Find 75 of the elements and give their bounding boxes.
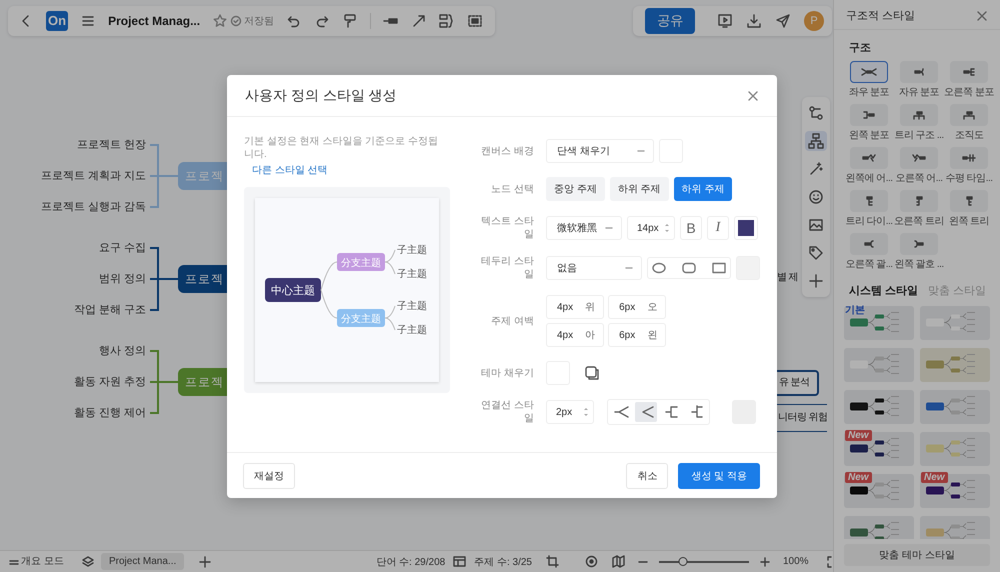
topic-count: 주제 수: 3/25 xyxy=(474,556,532,568)
topic-node: 分支主题 xyxy=(337,253,385,271)
share-button[interactable]: 공유 xyxy=(645,8,695,34)
layout-label: 오른쪽 분포 xyxy=(944,86,994,99)
padding-field[interactable]: 6px 오 xyxy=(608,295,666,319)
layout-label: 트리 다이... xyxy=(845,215,893,228)
layout-label: 오른쪽 어... xyxy=(895,172,943,185)
topic-label[interactable]: 프로젝트 실행과 감독 xyxy=(0,200,146,214)
save-status: 저장됨 xyxy=(244,15,274,28)
field-label: 연결선 스타일 xyxy=(480,399,534,425)
field-label: 테마 채우기 xyxy=(480,366,534,380)
app-logo[interactable]: On xyxy=(46,11,68,31)
padding-field[interactable]: 6px 왼 xyxy=(608,323,666,347)
layout-label: 좌우 분포 xyxy=(848,86,890,99)
layout-label: 오른쪽 괄... xyxy=(845,258,893,271)
apply-button[interactable]: 생성 및 적용 xyxy=(678,462,760,488)
layout-label: 오른쪽 트리 xyxy=(894,215,944,228)
topic-label[interactable]: 활동 자원 추정 xyxy=(0,375,146,389)
topic-label[interactable]: 범위 정의 xyxy=(0,272,146,286)
size-field[interactable]: 14px xyxy=(627,216,675,240)
zoom-percent: 100% xyxy=(783,556,809,567)
layout-label: 수평 타임... xyxy=(945,172,993,185)
topic-label[interactable]: 행사 정의 xyxy=(0,344,146,358)
outline-mode-button[interactable]: 개요 모드 xyxy=(21,556,65,566)
cancel-button[interactable]: 취소 xyxy=(626,462,668,488)
custom-theme-button[interactable]: 맞춤 테마 스타일 xyxy=(844,544,990,566)
dialog-title: 사용자 정의 스타일 생성 xyxy=(245,86,397,104)
select-field[interactable]: 단색 채우기 xyxy=(546,139,654,163)
topic-label[interactable]: 활동 진행 제어 xyxy=(0,406,146,420)
segment-tab[interactable]: 하위 주제 xyxy=(674,177,732,201)
central-topic-node: 中心主题 xyxy=(265,278,321,302)
width-field[interactable]: 2px xyxy=(546,400,594,424)
layout-label: 왼쪽 분포 xyxy=(848,129,890,142)
topic-label[interactable]: 별 제 xyxy=(777,271,798,285)
padding-field[interactable]: 4px 위 xyxy=(546,295,604,319)
panel-title: 구조적 스타일 xyxy=(846,9,916,23)
layout-label: 조직도 xyxy=(954,129,984,142)
topic-label[interactable]: 프로젝트 계획과 지도 xyxy=(0,169,146,183)
font-select[interactable]: 微软雅黑 xyxy=(546,216,622,240)
section-title: 구조 xyxy=(849,41,872,55)
field-label: 노드 선택 xyxy=(490,182,534,196)
topic-label[interactable]: 프로젝트 헌장 xyxy=(0,138,146,152)
hint-text: 기본 설정은 현재 스타일을 기준으로 수정됩니다. xyxy=(244,135,439,161)
subtopic-label: 子主题 xyxy=(397,301,427,312)
style-tab[interactable]: 시스템 스타일 xyxy=(849,283,918,298)
layout-label: 왼쪽에 어... xyxy=(845,172,893,185)
layout-label: 트리 구조 ... xyxy=(894,129,944,142)
word-count: 단어 수: 29/208 xyxy=(376,556,446,568)
topic-label[interactable]: 요구 수집 xyxy=(0,241,146,255)
field-label: 테두리 스타일 xyxy=(480,255,534,281)
field-label: 주제 여백 xyxy=(490,314,534,328)
field-label: 텍스트 스타일 xyxy=(480,215,534,241)
italic-button[interactable]: I xyxy=(707,216,729,240)
topic-label[interactable]: 작업 분해 구조 xyxy=(0,303,146,317)
new-badge: New xyxy=(845,472,872,483)
subtopic-label: 子主题 xyxy=(397,245,427,256)
page-tab[interactable]: Project Mana... xyxy=(101,553,184,570)
topic-node: 分支主题 xyxy=(337,309,385,327)
bold-button[interactable]: B xyxy=(680,216,702,240)
layout-label: 왼쪽 트리 xyxy=(948,215,990,228)
layout-label: 왼쪽 괄호 ... xyxy=(894,258,944,271)
layout-label: 자유 분포 xyxy=(898,86,940,99)
segment-tab[interactable]: 하위 주제 xyxy=(610,177,669,201)
default-label: 기본 xyxy=(845,305,865,316)
segment-tab[interactable]: 중앙 주제 xyxy=(546,177,605,201)
field-label: 캔버스 배경 xyxy=(480,144,534,158)
theme-thumbnail[interactable]: 기본 xyxy=(844,306,914,340)
document-title[interactable]: Project Manag... xyxy=(108,14,200,28)
reset-button[interactable]: 재설정 xyxy=(243,462,295,488)
subtopic-label: 子主题 xyxy=(397,325,427,336)
new-badge: New xyxy=(845,430,872,441)
subtopic-label: 子主题 xyxy=(397,269,427,280)
new-badge: New xyxy=(921,472,948,483)
select-field[interactable]: 없음 xyxy=(546,256,642,280)
padding-field[interactable]: 4px 아 xyxy=(546,323,604,347)
